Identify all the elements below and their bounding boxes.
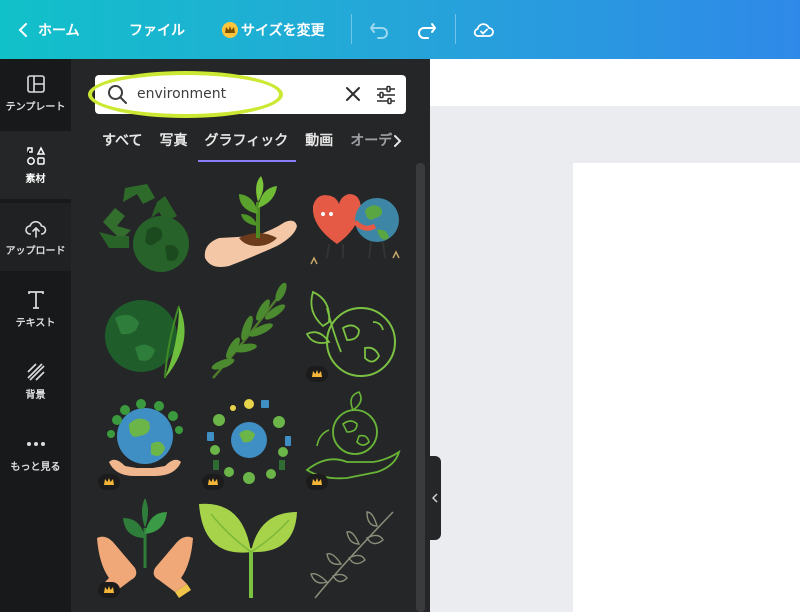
file-label: ファイル [129,22,185,39]
heart-hugging-earth-graphic[interactable] [303,174,403,276]
toolbar-divider [455,14,456,44]
premium-crown-icon [306,474,328,490]
search-icon [107,84,128,109]
panel-scrollbar[interactable] [416,163,425,612]
editor-toolbar [430,59,800,106]
premium-crown-icon [202,474,224,490]
category-tabs: すべて 写真 グラフィック 動画 オーデ [102,130,409,162]
premium-crown-icon [98,582,120,598]
crown-icon [222,21,238,38]
tab-graphics[interactable]: グラフィック [198,130,296,162]
tab-all[interactable]: すべて [102,130,142,162]
chevron-left-icon [18,22,28,37]
hand-line-earth-graphic[interactable] [303,390,403,492]
rail-item-label: アップロード [5,246,66,257]
rail-item-label: もっと見る [10,462,61,473]
premium-crown-icon [98,474,120,490]
eco-icons-globe-graphic[interactable] [199,390,299,492]
cloud-saved-icon[interactable] [472,18,496,42]
undo-icon[interactable] [368,19,390,41]
collapse-panel-handle[interactable] [429,456,441,540]
chevron-right-icon[interactable] [392,133,402,152]
rail-item-label: テキスト [15,318,56,329]
redo-icon[interactable] [416,19,438,41]
line-branch-graphic[interactable] [303,498,403,600]
hands-holding-earth-graphic[interactable] [95,390,195,492]
premium-crown-icon [306,366,328,382]
side-rail: テンプレート 素材 アップロード テキスト 背景 もっと見る [0,59,71,612]
elements-panel: すべて 写真 グラフィック 動画 オーデ [71,59,430,612]
rail-item-label: 背景 [25,390,46,401]
recycle-globe-graphic[interactable] [95,174,195,276]
search-input[interactable] [137,83,337,105]
resize-button[interactable]: サイズを変更 [222,0,325,59]
tab-videos[interactable]: 動画 [305,130,333,162]
rail-item-label: 素材 [25,174,46,185]
line-earth-leaves-graphic[interactable] [303,282,403,384]
hands-with-plant-graphic[interactable] [95,498,195,600]
two-leaf-sprout-graphic[interactable] [199,498,299,600]
filter-sliders-icon[interactable] [375,84,397,110]
text-icon [26,289,46,311]
home-button[interactable]: ホーム [18,0,80,59]
template-icon [26,73,46,95]
file-menu-button[interactable]: ファイル [129,0,185,59]
background-icon [26,361,46,383]
top-toolbar: ホーム ファイル サイズを変更 [0,0,800,59]
hand-holding-sprout-graphic[interactable] [199,174,299,276]
tab-audio[interactable]: オーデ [350,130,392,162]
rail-item-elements[interactable]: 素材 [0,131,71,199]
clear-search-icon[interactable] [344,85,362,107]
rail-item-more[interactable]: もっと見る [0,419,71,487]
toolbar-divider [351,14,352,44]
rail-item-label: テンプレート [5,102,66,113]
chevron-left-icon [432,493,438,503]
more-icon [26,433,46,455]
home-label: ホーム [38,22,80,39]
elements-icon [25,145,47,167]
leafy-branch-graphic[interactable] [199,282,299,384]
leaf-globe-graphic[interactable] [95,282,195,384]
upload-icon [24,217,47,239]
rail-item-templates[interactable]: テンプレート [0,59,71,127]
search-box[interactable] [95,75,406,114]
rail-item-background[interactable]: 背景 [0,347,71,415]
rail-item-uploads[interactable]: アップロード [0,203,71,271]
rail-item-text[interactable]: テキスト [0,275,71,343]
resize-label: サイズを変更 [241,22,325,39]
design-canvas[interactable] [573,163,800,612]
tab-photos[interactable]: 写真 [159,130,187,162]
